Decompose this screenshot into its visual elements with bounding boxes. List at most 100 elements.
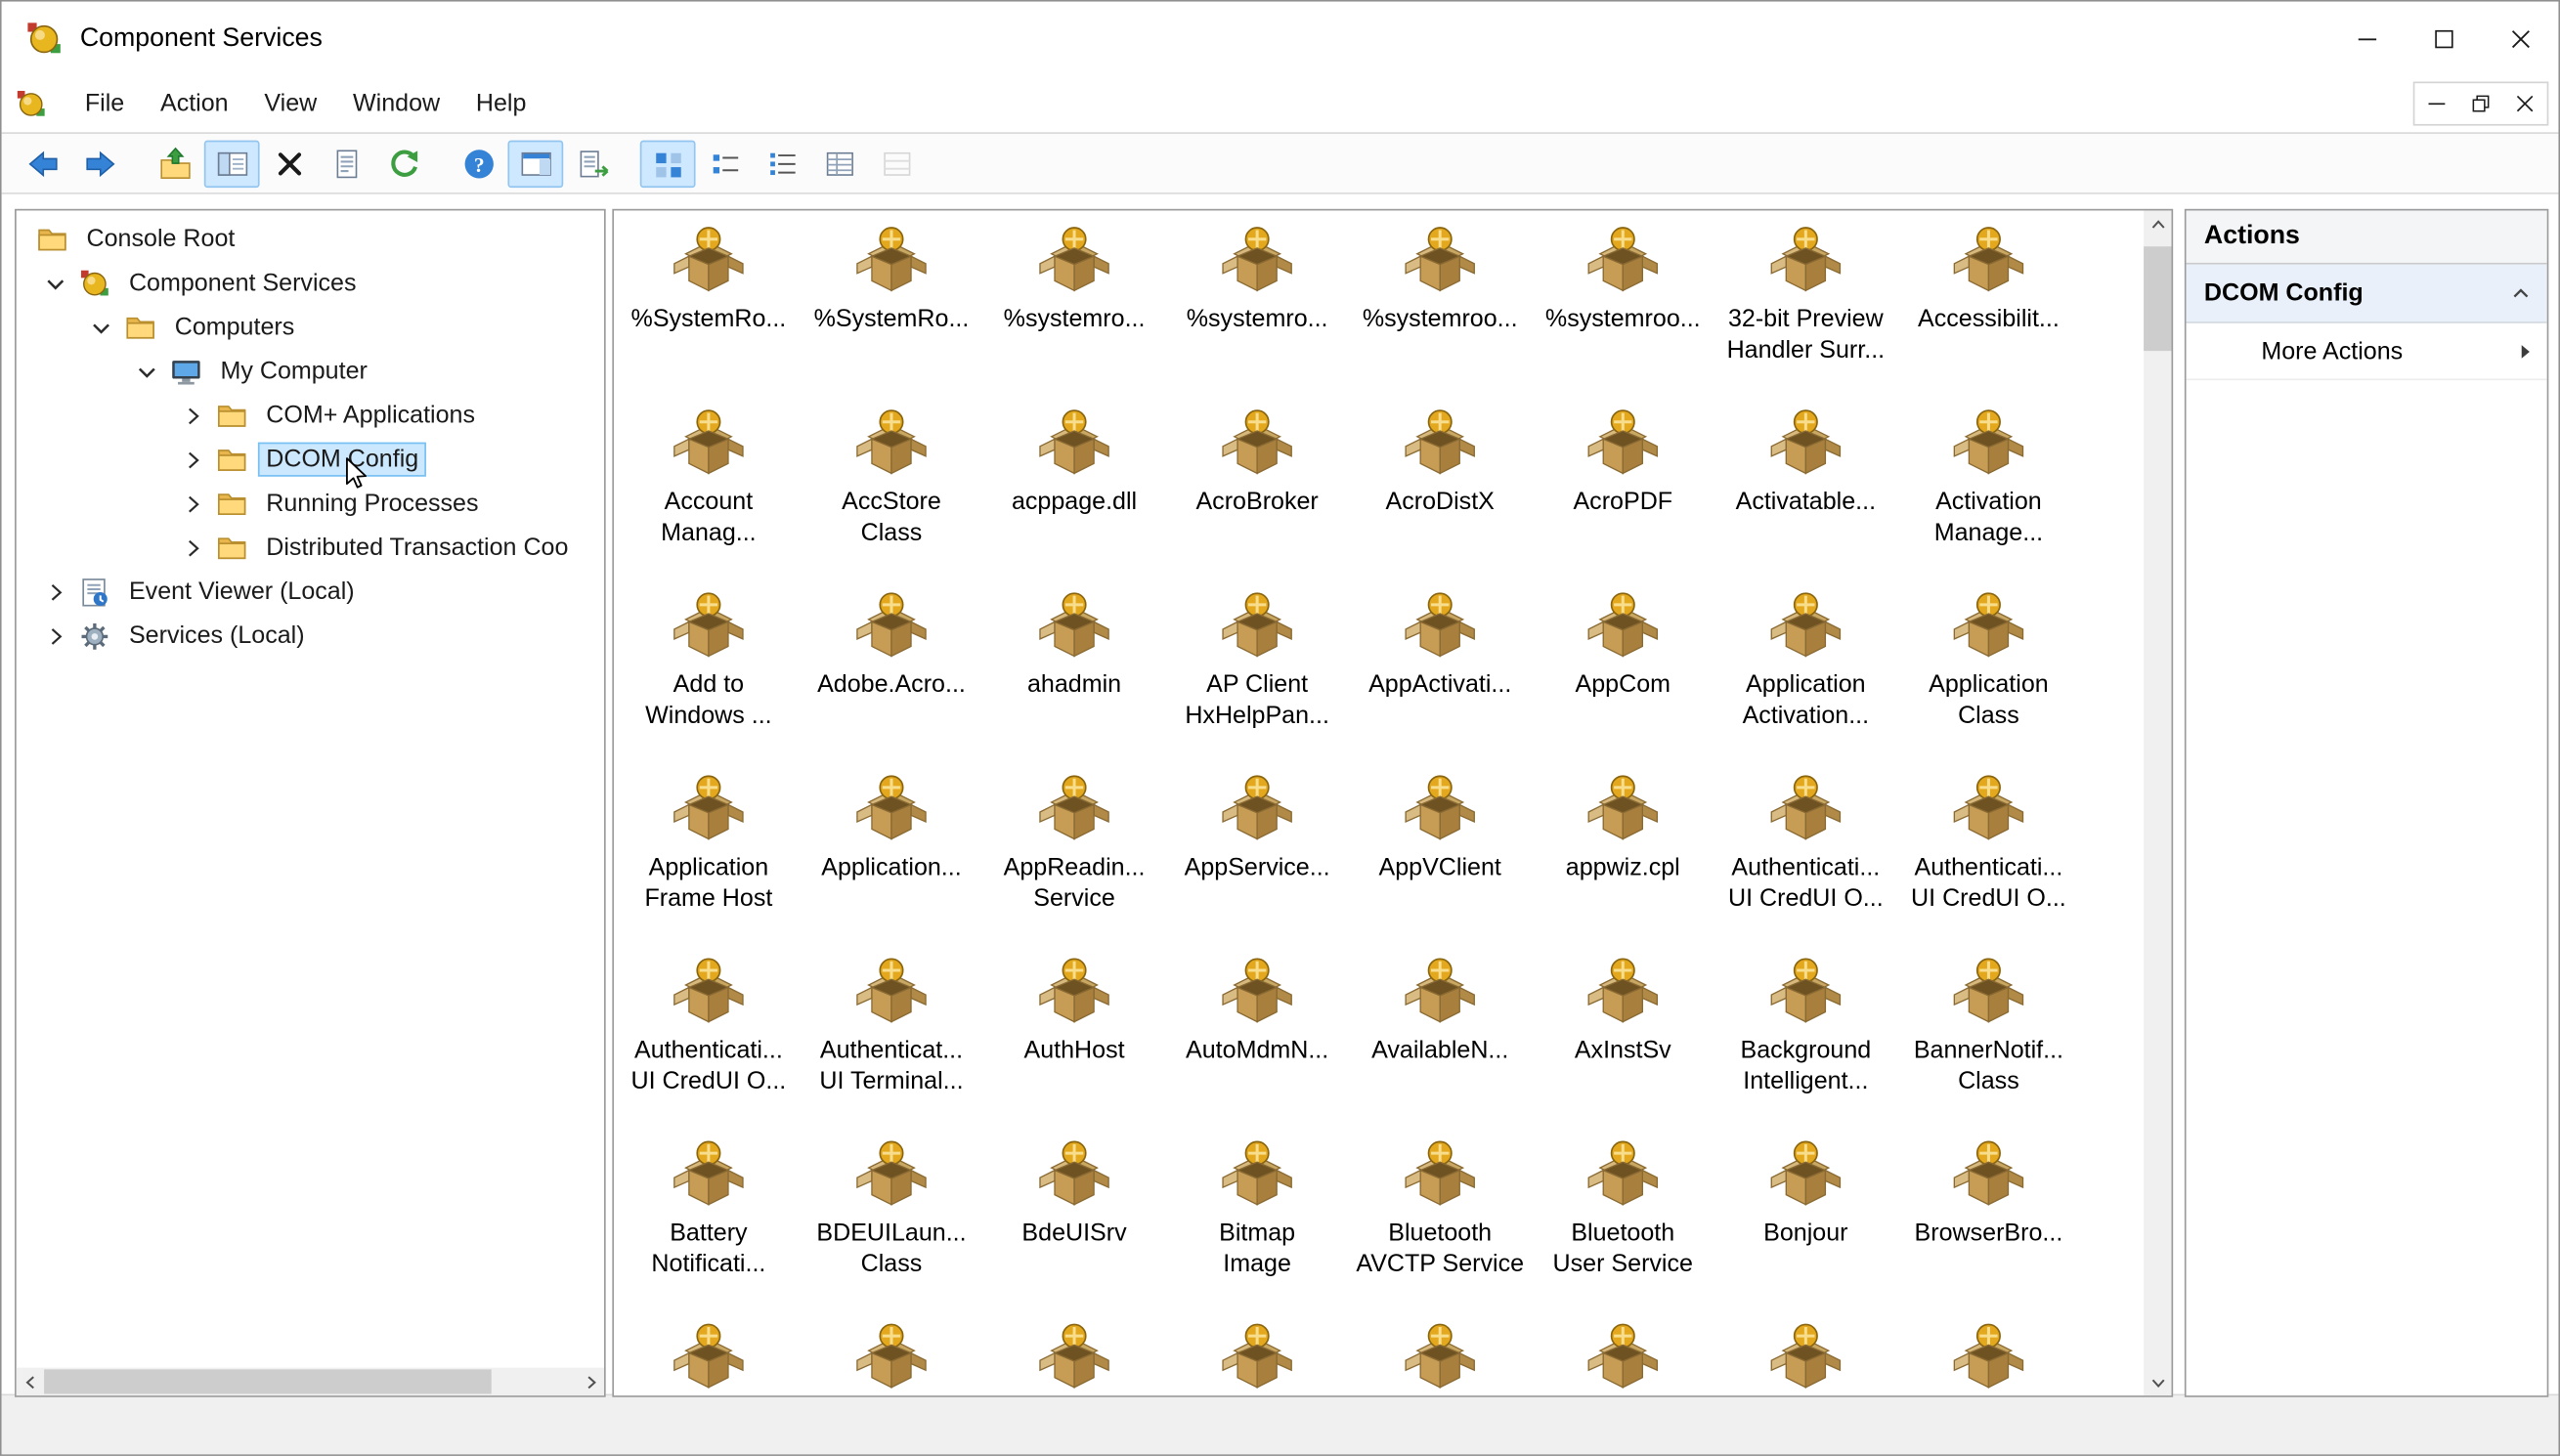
- dcom-item-ap-client[interactable]: AP Client HxHelpPan...: [1166, 587, 1349, 770]
- dcom-item-appwiz-cpl[interactable]: appwiz.cpl: [1532, 770, 1714, 953]
- dcom-item-systemro[interactable]: %SystemRo...: [800, 222, 982, 405]
- dcom-item-background[interactable]: Background Intelligent...: [1714, 953, 1897, 1135]
- large-buttons-view-icon[interactable]: [639, 139, 696, 188]
- dcom-item-bluetooth[interactable]: Bluetooth AVCTP Service: [1349, 1136, 1532, 1319]
- refresh-button[interactable]: [375, 140, 431, 187]
- dcom-item-acropdf[interactable]: AcroPDF: [1532, 405, 1714, 587]
- child-minimize-button[interactable]: [2414, 83, 2458, 124]
- dcom-item-32-bit-preview[interactable]: 32-bit Preview Handler Surr...: [1714, 222, 1897, 405]
- delete-button[interactable]: [261, 140, 317, 187]
- customize-view-button[interactable]: [869, 140, 925, 187]
- dcom-item-availablen[interactable]: AvailableN...: [1349, 953, 1532, 1135]
- dcom-item-appvclient[interactable]: AppVClient: [1349, 770, 1532, 953]
- dcom-item[interactable]: [1714, 1319, 1897, 1396]
- help-button[interactable]: ?: [451, 140, 506, 187]
- show-hide-action-pane-button[interactable]: [507, 139, 564, 188]
- dcom-item-account[interactable]: Account Manag...: [617, 405, 800, 587]
- tree-item-component-services[interactable]: Component Services: [17, 261, 604, 305]
- dcom-item-bannernotif[interactable]: BannerNotif... Class: [1897, 953, 2080, 1135]
- details-view-button[interactable]: [811, 140, 867, 187]
- small-buttons-view-icon[interactable]: [697, 140, 753, 187]
- dcom-item-systemroo[interactable]: %systemroo...: [1349, 222, 1532, 405]
- chevron-collapsed-icon[interactable]: [42, 622, 68, 649]
- child-close-button[interactable]: [2503, 83, 2547, 124]
- dcom-item[interactable]: [1532, 1319, 1714, 1396]
- dcom-item-authenticati[interactable]: Authenticati... UI CredUI O...: [617, 953, 800, 1135]
- tree-item-distributed-transaction-coo[interactable]: Distributed Transaction Coo: [17, 526, 604, 570]
- tree-item-dcom-config[interactable]: DCOM Config: [17, 438, 604, 482]
- back-button[interactable]: [15, 140, 70, 187]
- dcom-item-acrodistx[interactable]: AcroDistX: [1349, 405, 1532, 587]
- tree-horizontal-scrollbar[interactable]: [16, 1367, 605, 1396]
- menu-help[interactable]: Help: [457, 78, 543, 129]
- dcom-item-systemro[interactable]: %systemro...: [1166, 222, 1349, 405]
- dcom-item[interactable]: [800, 1319, 982, 1396]
- menu-file[interactable]: File: [66, 78, 142, 129]
- dcom-item-adobe-acro[interactable]: Adobe.Acro...: [800, 587, 982, 770]
- dcom-item-axinstsv[interactable]: AxInstSv: [1532, 953, 1714, 1135]
- dcom-item-bdeuisrv[interactable]: BdeUISrv: [983, 1136, 1166, 1319]
- chevron-up-icon[interactable]: [2509, 282, 2532, 305]
- tree-item-running-processes[interactable]: Running Processes: [17, 482, 604, 526]
- actions-group-dcom-config[interactable]: DCOM Config: [2186, 264, 2547, 323]
- dcom-item-authenticat[interactable]: Authenticat... UI Terminal...: [800, 953, 982, 1135]
- dcom-item-accstore[interactable]: AccStore Class: [800, 405, 982, 587]
- dcom-item-application[interactable]: Application Class: [1897, 587, 2080, 770]
- scroll-left-arrow[interactable]: [17, 1368, 44, 1395]
- dcom-item-authhost[interactable]: AuthHost: [983, 953, 1166, 1135]
- dcom-item-browserbro[interactable]: BrowserBro...: [1897, 1136, 2080, 1319]
- tree-item-services-local[interactable]: Services (Local): [17, 614, 604, 658]
- dcom-item[interactable]: [617, 1319, 800, 1396]
- dcom-item-application[interactable]: Application Frame Host: [617, 770, 800, 953]
- up-one-level-button[interactable]: [147, 140, 202, 187]
- chevron-expanded-icon[interactable]: [134, 359, 160, 385]
- tree-item-my-computer[interactable]: My Computer: [17, 349, 604, 393]
- dcom-item-application[interactable]: Application Activation...: [1714, 587, 1897, 770]
- dcom-item-add-to[interactable]: Add to Windows ...: [617, 587, 800, 770]
- scroll-right-arrow[interactable]: [577, 1368, 604, 1395]
- dcom-item-systemroo[interactable]: %systemroo...: [1532, 222, 1714, 405]
- menu-view[interactable]: View: [246, 78, 335, 129]
- scroll-down-arrow[interactable]: [2144, 1368, 2171, 1395]
- scroll-up-arrow[interactable]: [2144, 210, 2171, 237]
- chevron-collapsed-icon[interactable]: [180, 491, 206, 517]
- tree-item-computers[interactable]: Computers: [17, 305, 604, 349]
- list-vertical-scrollbar[interactable]: [2144, 210, 2172, 1396]
- dcom-item-acrobroker[interactable]: AcroBroker: [1166, 405, 1349, 587]
- export-list-button[interactable]: [565, 140, 621, 187]
- dcom-item-authenticati[interactable]: Authenticati... UI CredUI O...: [1714, 770, 1897, 953]
- dcom-item-systemro[interactable]: %systemro...: [983, 222, 1166, 405]
- horizontal-scroll-thumb[interactable]: [44, 1369, 492, 1394]
- minimize-button[interactable]: [2328, 2, 2406, 75]
- dcom-item[interactable]: [983, 1319, 1166, 1396]
- chevron-collapsed-icon[interactable]: [42, 578, 68, 605]
- chevron-expanded-icon[interactable]: [88, 315, 114, 341]
- dcom-item-appreadin[interactable]: AppReadin... Service: [983, 770, 1166, 953]
- tree-item-com-applications[interactable]: COM+ Applications: [17, 394, 604, 438]
- dcom-item-accessibilit[interactable]: Accessibilit...: [1897, 222, 2080, 405]
- dcom-item-activation[interactable]: Activation Manage...: [1897, 405, 2080, 587]
- dcom-item-ahadmin[interactable]: ahadmin: [983, 587, 1166, 770]
- menu-window[interactable]: Window: [335, 78, 458, 129]
- chevron-collapsed-icon[interactable]: [180, 535, 206, 561]
- dcom-item-systemro[interactable]: %SystemRo...: [617, 222, 800, 405]
- dcom-item-application[interactable]: Application...: [800, 770, 982, 953]
- more-actions-item[interactable]: More Actions: [2186, 323, 2547, 381]
- dcom-item-authenticati[interactable]: Authenticati... UI CredUI O...: [1897, 770, 2080, 953]
- list-view-button[interactable]: [755, 140, 810, 187]
- dcom-item-battery[interactable]: Battery Notificati...: [617, 1136, 800, 1319]
- dcom-item[interactable]: [1897, 1319, 2080, 1396]
- forward-button[interactable]: [71, 140, 127, 187]
- chevron-collapsed-icon[interactable]: [180, 447, 206, 473]
- dcom-item-appactivati[interactable]: AppActivati...: [1349, 587, 1532, 770]
- dcom-item-bdeuilaun[interactable]: BDEUILaun... Class: [800, 1136, 982, 1319]
- tree-item-console-root[interactable]: Console Root: [17, 217, 604, 261]
- chevron-expanded-icon[interactable]: [42, 270, 68, 296]
- tree-item-event-viewer-local[interactable]: Event Viewer (Local): [17, 570, 604, 614]
- dcom-item[interactable]: [1166, 1319, 1349, 1396]
- dcom-item[interactable]: [1349, 1319, 1532, 1396]
- dcom-item-bitmap[interactable]: Bitmap Image: [1166, 1136, 1349, 1319]
- maximize-button[interactable]: [2405, 2, 2482, 75]
- dcom-item-activatable[interactable]: Activatable...: [1714, 405, 1897, 587]
- close-button[interactable]: [2482, 2, 2559, 75]
